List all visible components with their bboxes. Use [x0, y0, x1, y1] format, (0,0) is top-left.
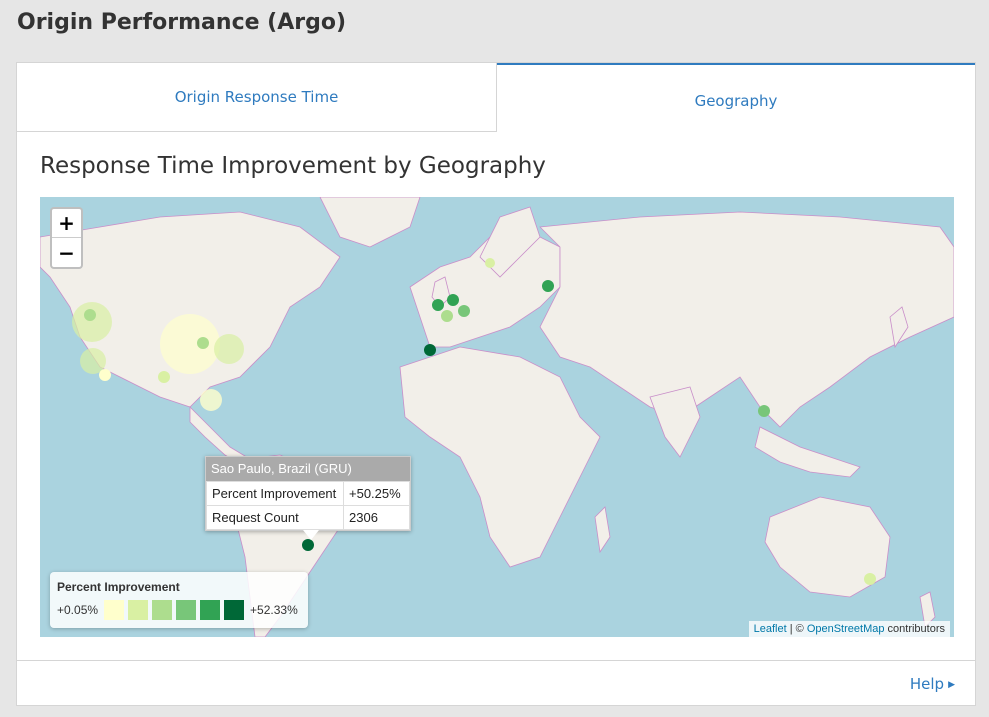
map-tooltip: Sao Paulo, Brazil (GRU) Percent Improvem… — [205, 456, 411, 540]
tooltip-value: 2306 — [343, 505, 410, 530]
marker-us-central-large — [160, 314, 220, 374]
tooltip-key: Percent Improvement — [206, 481, 344, 506]
help-link[interactable]: Help ▶ — [910, 675, 955, 693]
help-label: Help — [909, 675, 945, 693]
tooltip-table: Percent Improvement +50.25% Request Coun… — [206, 481, 410, 530]
marker-paris — [441, 310, 453, 322]
marker-stockholm — [485, 258, 495, 268]
tooltip-key: Request Count — [206, 505, 344, 530]
leaflet-link[interactable]: Leaflet — [754, 623, 787, 635]
caret-right-icon: ▶ — [948, 680, 955, 690]
legend-swatch — [200, 600, 221, 620]
pop-markers — [72, 258, 876, 585]
marker-us-west-dot — [84, 309, 96, 321]
marker-sao-paulo — [302, 539, 314, 551]
legend-swatch — [224, 600, 245, 620]
marker-amsterdam — [447, 294, 459, 306]
attribution-separator: | © — [786, 623, 807, 635]
map-legend: Percent Improvement +0.05% +52.33% — [50, 572, 308, 628]
tooltip-row: Percent Improvement +50.25% — [206, 481, 410, 506]
legend-title: Percent Improvement — [57, 580, 180, 594]
zoom-control: + − — [50, 207, 83, 269]
tooltip-row: Request Count 2306 — [206, 505, 410, 530]
marker-london — [432, 299, 444, 311]
map-attribution: Leaflet | © OpenStreetMap contributors — [748, 621, 950, 637]
marker-moscow — [542, 280, 554, 292]
tab-origin-response-time[interactable]: Origin Response Time — [17, 63, 497, 132]
legend-swatch — [152, 600, 173, 620]
marker-us-central-dot — [197, 337, 209, 349]
marker-us-south — [158, 371, 170, 383]
geography-map[interactable]: + − Sao Paulo, Brazil (GRU) Percent Impr… — [40, 197, 954, 637]
marker-sydney — [864, 573, 876, 585]
legend-swatch — [104, 600, 125, 620]
page-title: Origin Performance (Argo) — [17, 10, 347, 35]
performance-card: Origin Response Time Geography Response … — [16, 62, 976, 706]
marker-us-west — [72, 302, 112, 342]
openstreetmap-link[interactable]: OpenStreetMap — [807, 623, 885, 635]
tooltip-value: +50.25% — [343, 481, 410, 506]
legend-swatch — [128, 600, 149, 620]
zoom-out-button[interactable]: − — [52, 238, 81, 267]
marker-us-east — [214, 334, 244, 364]
tooltip-title: Sao Paulo, Brazil (GRU) — [206, 457, 410, 481]
legend-max-label: +52.33% — [250, 603, 298, 617]
marker-frankfurt — [458, 305, 470, 317]
marker-madrid — [424, 344, 436, 356]
card-footer: Help ▶ — [17, 660, 975, 705]
section-title: Response Time Improvement by Geography — [40, 153, 546, 179]
legend-scale: +0.05% +52.33% — [57, 600, 301, 620]
marker-us-la — [99, 369, 111, 381]
legend-min-label: +0.05% — [57, 603, 99, 617]
legend-swatch — [176, 600, 197, 620]
marker-hong-kong — [758, 405, 770, 417]
tooltip-pointer — [303, 530, 319, 540]
tab-bar: Origin Response Time Geography — [17, 63, 975, 132]
attribution-suffix: contributors — [884, 623, 945, 635]
zoom-in-button[interactable]: + — [52, 209, 81, 238]
tab-geography[interactable]: Geography — [497, 63, 975, 132]
marker-us-southeast — [200, 389, 222, 411]
